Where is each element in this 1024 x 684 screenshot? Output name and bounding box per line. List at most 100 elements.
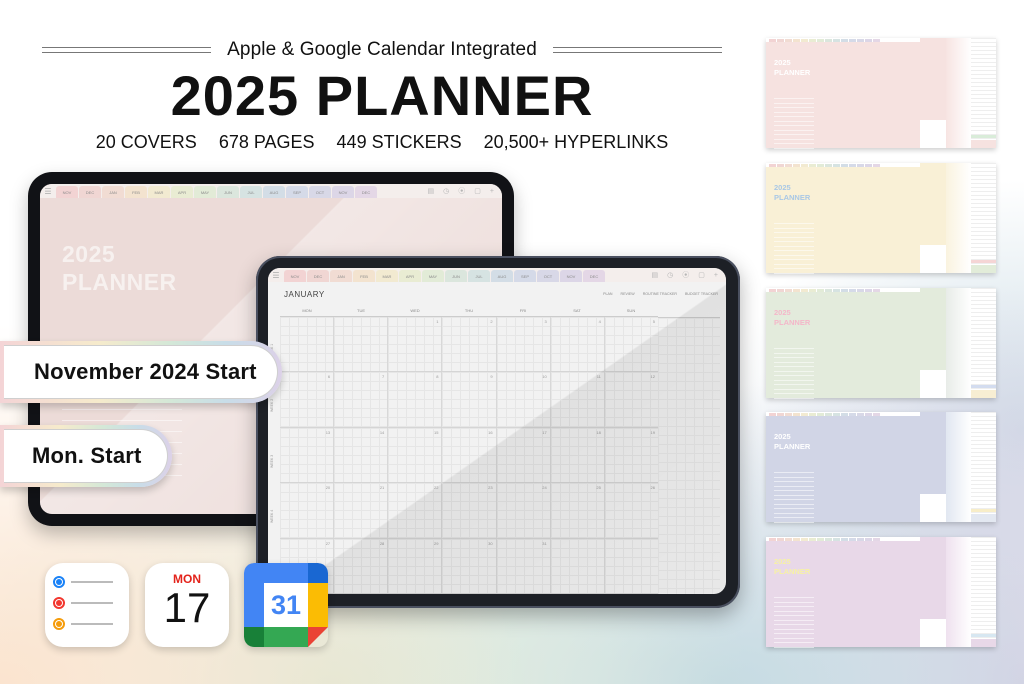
cover-preview-thumbnail[interactable]: 2025 PLANNER (766, 163, 996, 274)
month-tab[interactable]: NOV (560, 270, 582, 282)
calendar-day-cell[interactable]: 10 (496, 372, 551, 427)
month-tab[interactable]: JUN (445, 270, 467, 282)
preview-page-2 (920, 288, 946, 398)
calendar-day-cell[interactable]: 3 (496, 317, 551, 372)
cover-preview-thumbnail[interactable]: 2025 PLANNER (766, 537, 996, 648)
calendar-day-cell[interactable]: 30 (442, 538, 497, 594)
reminder-dot-icon (53, 618, 65, 630)
calendar-day-cell[interactable]: 31 (496, 538, 551, 594)
day-number: 30 (488, 540, 493, 546)
month-tab[interactable]: NOV (284, 270, 306, 282)
calendar-day-cell[interactable]: 29 (388, 538, 443, 594)
month-tab[interactable]: JUL (468, 270, 490, 282)
plus-icon[interactable]: + (490, 188, 494, 195)
settings-icon[interactable]: ⦿ (458, 186, 465, 196)
calendar-day-cell[interactable]: 4 (550, 317, 605, 372)
day-number: 31 (542, 540, 547, 546)
month-tab[interactable]: DEC (79, 186, 101, 198)
plus-icon[interactable]: + (714, 272, 718, 279)
month-tab[interactable]: JUL (240, 186, 262, 198)
month-tab[interactable]: SEP (286, 186, 308, 198)
hamburger-menu-icon[interactable]: ☰ (40, 184, 56, 198)
calendar-day-cell[interactable]: 28 (334, 538, 389, 594)
clock-icon[interactable]: ◷ (667, 271, 673, 279)
day-number: 12 (650, 374, 655, 380)
calendar-day-cell[interactable]: 11 (550, 372, 605, 427)
calendar-day-cell[interactable]: 25 (550, 483, 605, 538)
preview-page-3 (946, 288, 971, 398)
cover-preview-thumbnail[interactable]: 2025 PLANNER (766, 412, 996, 523)
window-icon[interactable]: ▢ (474, 187, 481, 195)
month-tab[interactable]: JAN (102, 186, 124, 198)
week-label[interactable]: WEEK 3 (270, 455, 274, 468)
month-tab[interactable]: DEC (583, 270, 605, 282)
calendar-day-cell[interactable] (280, 317, 335, 372)
calendar-day-cell[interactable]: 26 (604, 483, 658, 538)
preview-page-4 (971, 537, 996, 647)
settings-icon[interactable]: ⦿ (682, 270, 689, 280)
day-number: 8 (436, 374, 439, 380)
calendar-day-cell[interactable]: 8 (388, 372, 443, 427)
month-tab[interactable]: MAY (194, 186, 216, 198)
month-tab[interactable]: JUN (217, 186, 239, 198)
month-tab[interactable]: AUG (263, 186, 285, 198)
calendar-day-cell[interactable]: 23 (442, 483, 497, 538)
calendar-day-cell[interactable]: 2 (442, 317, 497, 372)
calendar-day-cell[interactable]: 13 (280, 427, 335, 483)
calendar-day-cell[interactable]: 12 (604, 372, 658, 427)
cover-preview-thumbnail[interactable]: 2025 PLANNER (766, 38, 996, 149)
month-tab[interactable]: FEB (125, 186, 147, 198)
link-plan[interactable]: PLAN (603, 292, 612, 296)
link-routine-tracker[interactable]: ROUTINE TRACKER (643, 292, 677, 296)
weekday-label: SAT (573, 308, 581, 313)
calendar-day-cell[interactable]: 18 (550, 427, 605, 483)
month-tab[interactable]: FEB (353, 270, 375, 282)
calendar-day-cell[interactable]: 14 (334, 427, 389, 483)
calendar-day-cell[interactable]: 21 (334, 483, 389, 538)
month-tab[interactable]: NOV (332, 186, 354, 198)
calendar-day-cell[interactable]: 17 (496, 427, 551, 483)
month-tab[interactable]: OCT (537, 270, 559, 282)
calendar-day-cell[interactable]: 6 (280, 372, 335, 427)
clock-icon[interactable]: ◷ (443, 187, 449, 195)
calendar-day-cell[interactable] (550, 538, 605, 594)
month-tab[interactable]: MAR (148, 186, 170, 198)
notes-column[interactable] (658, 317, 720, 594)
notes-icon[interactable]: ▤ (652, 271, 659, 279)
month-tab[interactable]: OCT (309, 186, 331, 198)
calendar-day-cell[interactable]: 24 (496, 483, 551, 538)
calendar-day-cell[interactable]: 19 (604, 427, 658, 483)
month-tab[interactable]: APR (399, 270, 421, 282)
calendar-day-cell[interactable]: 1 (388, 317, 443, 372)
week-label[interactable]: WEEK 2 (270, 399, 274, 412)
calendar-day-cell[interactable]: 9 (442, 372, 497, 427)
calendar-links: PLAN REVIEW ROUTINE TRACKER BUDGET TRACK… (603, 292, 718, 296)
window-icon[interactable]: ▢ (698, 271, 705, 279)
month-tab[interactable]: SEP (514, 270, 536, 282)
calendar-day-cell[interactable] (604, 538, 658, 594)
month-tab[interactable]: DEC (307, 270, 329, 282)
calendar-day-cell[interactable]: 20 (280, 483, 335, 538)
calendar-day-cell[interactable]: 22 (388, 483, 443, 538)
cover-preview-thumbnail[interactable]: 2025 PLANNER (766, 288, 996, 399)
hamburger-menu-icon[interactable]: ☰ (268, 268, 284, 282)
calendar-day-cell[interactable]: 7 (334, 372, 389, 427)
cover-title-year: 2025 (62, 241, 116, 267)
week-label[interactable]: WEEK 4 (270, 510, 274, 523)
calendar-day-cell[interactable] (334, 317, 389, 372)
preview-page-2 (920, 412, 946, 522)
calendar-day-cell[interactable]: 16 (442, 427, 497, 483)
month-tab[interactable]: MAY (422, 270, 444, 282)
month-tab[interactable]: MAR (376, 270, 398, 282)
month-tab[interactable]: JAN (330, 270, 352, 282)
month-tab[interactable]: AUG (491, 270, 513, 282)
month-tab[interactable]: APR (171, 186, 193, 198)
notes-icon[interactable]: ▤ (428, 187, 435, 195)
month-tab[interactable]: DEC (355, 186, 377, 198)
link-review[interactable]: REVIEW (621, 292, 635, 296)
calendar-day-cell[interactable]: 5 (604, 317, 658, 372)
calendar-day-cell[interactable]: 15 (388, 427, 443, 483)
link-budget-tracker[interactable]: BUDGET TRACKER (685, 292, 718, 296)
month-tab[interactable]: NOV (56, 186, 78, 198)
day-number: 18 (596, 429, 601, 435)
